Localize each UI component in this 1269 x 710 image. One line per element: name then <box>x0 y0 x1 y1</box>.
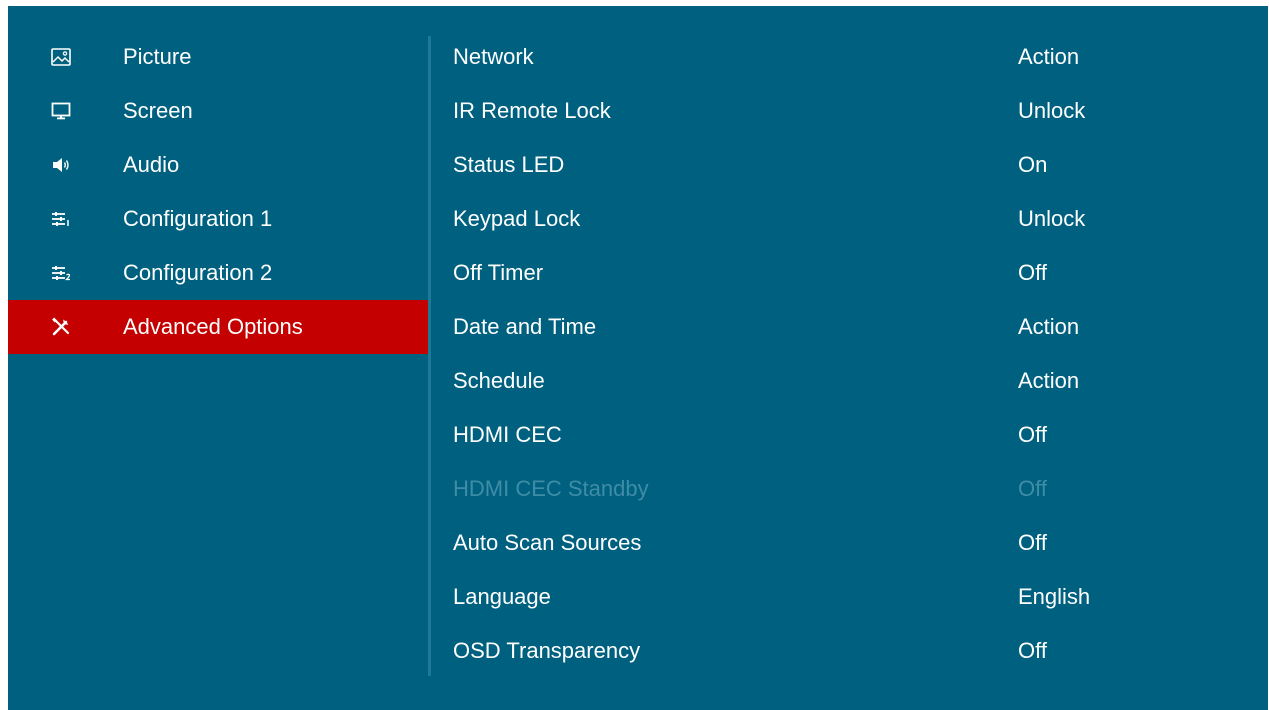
sidebar-item-label: Configuration 2 <box>123 260 273 285</box>
option-keypad-lock[interactable]: Keypad Lock Unlock <box>431 192 1251 246</box>
sidebar-item-picture[interactable]: Picture <box>8 30 428 84</box>
picture-icon <box>50 46 72 68</box>
option-hdmi-cec[interactable]: HDMI CEC Off <box>431 408 1251 462</box>
option-label: Keypad Lock <box>453 206 581 231</box>
option-label: Language <box>453 584 551 609</box>
option-osd-transparency[interactable]: OSD Transparency Off <box>431 624 1251 678</box>
sidebar-item-configuration-1[interactable]: Configuration 1 <box>8 192 428 246</box>
option-hdmi-cec-standby: HDMI CEC Standby Off <box>431 462 1251 516</box>
option-label: HDMI CEC <box>453 422 562 447</box>
sidebar-item-label: Configuration 1 <box>123 206 273 231</box>
option-network[interactable]: Network Action <box>431 30 1251 84</box>
option-auto-scan-sources[interactable]: Auto Scan Sources Off <box>431 516 1251 570</box>
option-value: Off <box>1018 476 1047 501</box>
speaker-icon <box>50 154 72 176</box>
osd-menu: Picture Screen Audio Configuration 1 Con… <box>8 6 1268 710</box>
sidebar-item-screen[interactable]: Screen <box>8 84 428 138</box>
monitor-icon <box>50 100 72 122</box>
option-language[interactable]: Language English <box>431 570 1251 624</box>
option-off-timer[interactable]: Off Timer Off <box>431 246 1251 300</box>
tools-icon <box>50 316 72 338</box>
option-value: Unlock <box>1018 98 1086 123</box>
sidebar-item-audio[interactable]: Audio <box>8 138 428 192</box>
sidebar-item-label: Audio <box>123 152 180 177</box>
option-status-led[interactable]: Status LED On <box>431 138 1251 192</box>
option-value: Off <box>1018 260 1047 285</box>
option-value: Action <box>1018 314 1080 339</box>
option-label: Status LED <box>453 152 565 177</box>
config2-icon <box>50 262 72 284</box>
sidebar-item-advanced-options[interactable]: Advanced Options <box>8 300 428 354</box>
option-label: Auto Scan Sources <box>453 530 642 555</box>
sidebar-item-label: Picture <box>123 44 192 69</box>
category-sidebar: Picture Screen Audio Configuration 1 Con… <box>8 30 428 354</box>
option-label: Network <box>453 44 534 69</box>
option-value: Off <box>1018 530 1047 555</box>
option-label: IR Remote Lock <box>453 98 611 123</box>
options-list: Network Action IR Remote Lock Unlock Sta… <box>431 30 1251 678</box>
option-value: English <box>1018 584 1091 609</box>
sidebar-item-label: Screen <box>123 98 193 123</box>
option-date-and-time[interactable]: Date and Time Action <box>431 300 1251 354</box>
option-label: OSD Transparency <box>453 638 641 663</box>
option-value: Off <box>1018 638 1047 663</box>
option-value: Action <box>1018 368 1080 393</box>
option-value: Off <box>1018 422 1047 447</box>
option-value: On <box>1018 152 1048 177</box>
option-schedule[interactable]: Schedule Action <box>431 354 1251 408</box>
sidebar-item-label: Advanced Options <box>123 314 303 339</box>
option-label: Schedule <box>453 368 545 393</box>
option-ir-remote-lock[interactable]: IR Remote Lock Unlock <box>431 84 1251 138</box>
option-value: Action <box>1018 44 1080 69</box>
option-label: Off Timer <box>453 260 544 285</box>
option-value: Unlock <box>1018 206 1086 231</box>
option-label: HDMI CEC Standby <box>453 476 649 501</box>
option-label: Date and Time <box>453 314 597 339</box>
config1-icon <box>50 208 72 230</box>
sidebar-item-configuration-2[interactable]: Configuration 2 <box>8 246 428 300</box>
